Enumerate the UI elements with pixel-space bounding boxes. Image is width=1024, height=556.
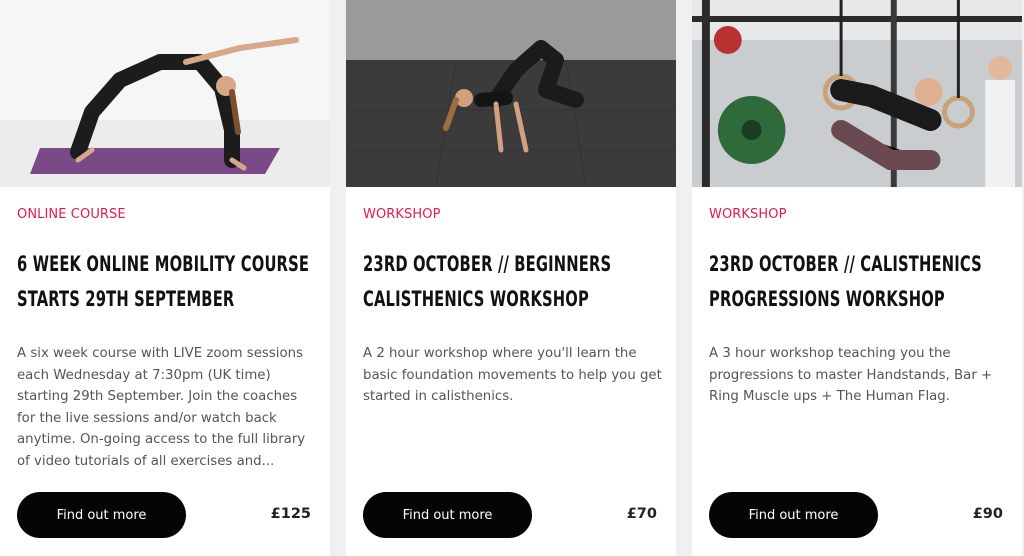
course-description: A six week course with LIVE zoom session… — [17, 346, 306, 469]
course-card-progressions[interactable]: WORKSHOP 23RD OCTOBER // CALISTHENICS PR… — [692, 0, 1022, 556]
ring-muscle-up-photo — [692, 0, 1022, 187]
course-title[interactable]: 23RD OCTOBER // BEGINNERS CALISTHENICS W… — [363, 247, 663, 317]
calisthenics-photo[interactable] — [346, 0, 676, 187]
gym-photo[interactable] — [692, 0, 1022, 187]
price-label: £70 — [626, 506, 657, 522]
category-label: WORKSHOP — [363, 207, 441, 222]
category-label: WORKSHOP — [709, 207, 787, 222]
course-card-beginners[interactable]: WORKSHOP 23RD OCTOBER // BEGINNERS CALIS… — [346, 0, 676, 556]
course-card-mobility[interactable]: ONLINE COURSE 6 WEEK ONLINE MOBILITY COU… — [0, 0, 330, 556]
yoga-wheel-pose-photo — [0, 0, 330, 187]
course-title[interactable]: 6 WEEK ONLINE MOBILITY COURSE STARTS 29T… — [17, 247, 317, 317]
crow-pose-photo — [346, 0, 676, 187]
course-description: A 2 hour workshop where you'll learn the… — [363, 346, 662, 405]
find-out-more-button[interactable]: Find out more — [363, 492, 532, 538]
yoga-photo[interactable] — [0, 0, 330, 187]
price-label: £125 — [270, 506, 311, 522]
price-label: £90 — [972, 506, 1003, 522]
course-title[interactable]: 23RD OCTOBER // CALISTHENICS PROGRESSION… — [709, 247, 1009, 317]
course-description: A 3 hour workshop teaching you the progr… — [709, 346, 993, 405]
find-out-more-button[interactable]: Find out more — [17, 492, 186, 538]
find-out-more-button[interactable]: Find out more — [709, 492, 878, 538]
category-label: ONLINE COURSE — [17, 207, 126, 222]
